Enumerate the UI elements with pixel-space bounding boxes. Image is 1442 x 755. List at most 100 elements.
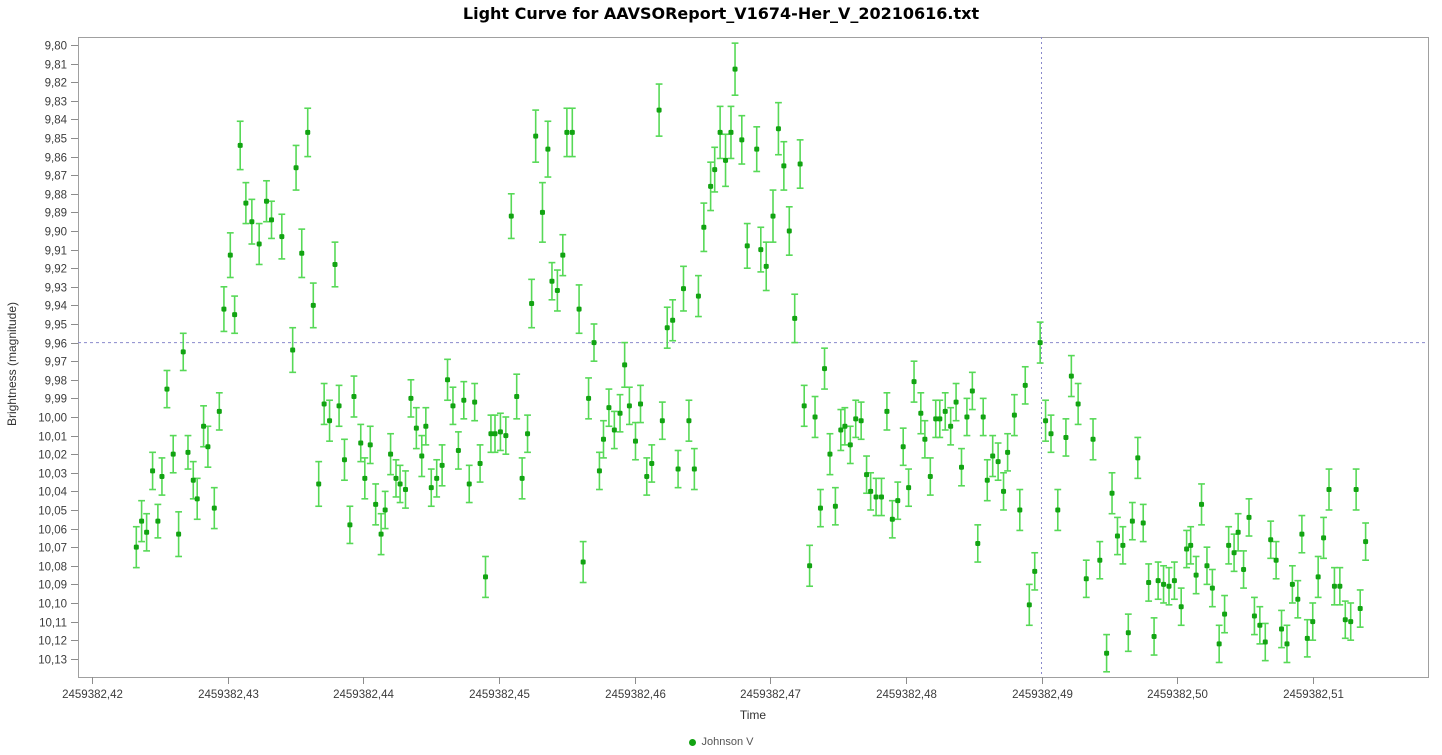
data-point	[1130, 519, 1135, 524]
data-point	[1268, 537, 1273, 542]
data-point	[493, 431, 498, 436]
data-point	[1076, 401, 1081, 406]
data-point	[681, 286, 686, 291]
data-point	[1023, 383, 1028, 388]
data-point	[332, 262, 337, 267]
y-tick-label: 10,04	[38, 487, 67, 499]
data-point	[423, 424, 428, 429]
data-point	[467, 481, 472, 486]
data-point	[890, 517, 895, 522]
legend-marker-icon	[689, 739, 696, 746]
data-point	[733, 67, 738, 72]
y-tick-label: 10,00	[38, 413, 67, 425]
data-point	[191, 478, 196, 483]
data-point	[745, 243, 750, 248]
y-tick-label: 10,09	[38, 580, 67, 592]
y-tick-label: 9,89	[45, 208, 67, 220]
data-point	[176, 532, 181, 537]
y-tick-label: 9,88	[45, 190, 67, 202]
data-point	[822, 366, 827, 371]
y-tick-label: 9,82	[45, 78, 67, 90]
x-axis: 2459382,422459382,432459382,442459382,45…	[62, 677, 1344, 701]
data-point	[1115, 534, 1120, 539]
data-point	[842, 424, 847, 429]
data-point	[144, 530, 149, 535]
y-tick-label: 9,92	[45, 264, 67, 276]
data-point	[864, 472, 869, 477]
data-point	[884, 409, 889, 414]
data-point	[217, 409, 222, 414]
plot-border	[79, 38, 1429, 678]
data-point	[1290, 582, 1295, 587]
data-point	[1343, 617, 1348, 622]
data-point	[660, 418, 665, 423]
data-point	[311, 303, 316, 308]
data-point	[1327, 487, 1332, 492]
data-point	[221, 307, 226, 312]
data-point	[195, 496, 200, 501]
data-point	[249, 219, 254, 224]
data-point	[388, 452, 393, 457]
data-point	[1232, 550, 1237, 555]
data-point	[445, 377, 450, 382]
data-point	[874, 494, 879, 499]
data-point	[1305, 636, 1310, 641]
data-point	[708, 184, 713, 189]
data-point	[212, 506, 217, 511]
data-point	[294, 165, 299, 170]
data-point	[1038, 340, 1043, 345]
data-point	[549, 279, 554, 284]
data-point	[1199, 502, 1204, 507]
data-point	[1161, 582, 1166, 587]
data-point	[827, 452, 832, 457]
data-point	[299, 251, 304, 256]
data-point	[351, 394, 356, 399]
data-point	[201, 424, 206, 429]
data-point	[776, 126, 781, 131]
data-point	[1049, 431, 1054, 436]
data-point	[1043, 418, 1048, 423]
data-point	[1321, 535, 1326, 540]
data-point	[665, 325, 670, 330]
data-point	[1184, 547, 1189, 552]
data-point	[676, 467, 681, 472]
data-point	[1069, 374, 1074, 379]
data-point	[472, 400, 477, 405]
data-point	[764, 264, 769, 269]
data-point	[1017, 507, 1022, 512]
data-point	[928, 474, 933, 479]
y-tick-label: 9,81	[45, 60, 67, 72]
data-point	[322, 401, 327, 406]
data-point	[859, 418, 864, 423]
data-point	[305, 130, 310, 135]
data-point	[269, 217, 274, 222]
data-point	[754, 147, 759, 152]
y-tick-label: 10,11	[39, 618, 67, 630]
data-point	[622, 362, 627, 367]
data-point	[264, 199, 269, 204]
x-tick-label: 2459382,49	[1012, 689, 1073, 701]
y-tick-label: 10,12	[38, 636, 67, 648]
data-point	[408, 396, 413, 401]
data-point	[1110, 491, 1115, 496]
y-tick-label: 9,96	[45, 339, 67, 351]
data-point	[478, 461, 483, 466]
x-tick-label: 2459382,42	[62, 689, 123, 701]
data-point	[581, 560, 586, 565]
y-tick-label: 9,94	[45, 301, 68, 313]
data-point	[533, 134, 538, 139]
y-axis-title: Brightness (magnitude)	[5, 274, 19, 454]
data-point	[692, 467, 697, 472]
data-point	[853, 416, 858, 421]
data-point	[1295, 597, 1300, 602]
x-tick-label: 2459382,50	[1147, 689, 1208, 701]
data-point	[379, 532, 384, 537]
data-point	[1310, 619, 1315, 624]
data-point	[337, 403, 342, 408]
data-point	[792, 316, 797, 321]
data-point	[1146, 580, 1151, 585]
data-point	[368, 442, 373, 447]
y-tick-label: 10,06	[38, 525, 67, 537]
data-point	[728, 130, 733, 135]
x-tick-label: 2459382,43	[198, 689, 259, 701]
